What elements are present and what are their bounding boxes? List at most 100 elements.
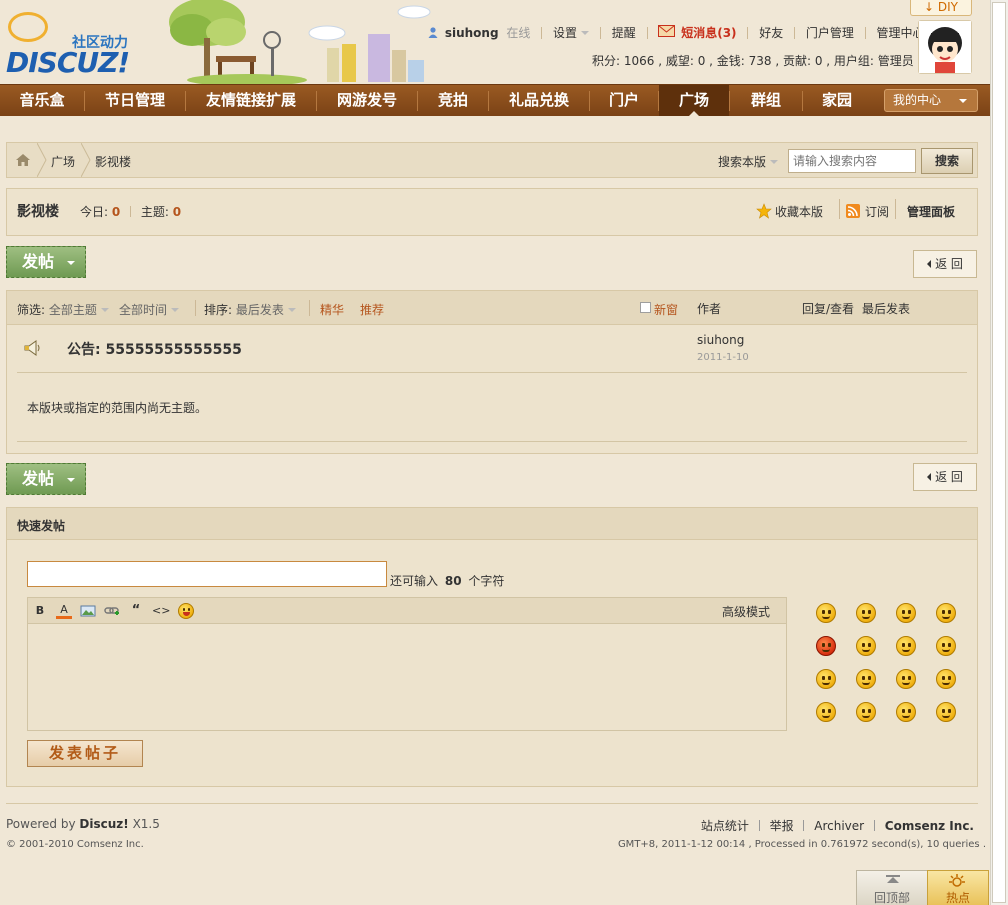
smiley-option-icon[interactable] [936,603,956,623]
subject-input[interactable] [27,561,387,587]
my-center-menu[interactable]: 我的中心 [884,89,978,112]
divider [758,820,760,831]
smiley-option-icon[interactable] [816,636,836,656]
nav-item-home[interactable]: 家园 [803,85,871,116]
divider [864,26,866,39]
settings-menu[interactable]: 设置 [553,24,589,41]
divider [839,199,840,219]
logo-text: DISCUZ! [6,46,130,79]
hot-topics-button[interactable]: 热点 [927,870,989,905]
scrollbar-thumb[interactable] [992,2,1006,903]
link-icon[interactable] [104,603,120,619]
footer-link-stats[interactable]: 站点统计 [701,819,749,833]
editor-toolbar: B A “ <> 高级模式 [28,598,786,624]
sort-select[interactable]: 排序: 最后发表 [204,301,296,318]
nav-item-festival[interactable]: 节日管理 [85,85,185,116]
back-label: 返 回 [935,470,963,484]
nav-item-plaza[interactable]: 广场 [659,85,729,116]
powered-brand-link[interactable]: Discuz! [79,817,128,831]
smiley-option-icon[interactable] [856,636,876,656]
nav-item-groups[interactable]: 群组 [730,85,802,116]
breadcrumb-plaza[interactable]: 广场 [51,153,75,170]
smiley-option-icon[interactable] [936,636,956,656]
back-button[interactable]: 返 回 [913,250,977,278]
footer-link-comsenz[interactable]: Comsenz Inc. [885,819,974,833]
quote-icon[interactable]: “ [128,603,144,619]
smiley-option-icon[interactable] [896,702,916,722]
diy-button[interactable]: ↓ DIY [910,0,972,16]
smiley-face-part [822,709,825,713]
site-header: 社区动力 DISCUZ! ↓ DIY siuhong 在线 设置 提醒 短消息(… [0,0,990,84]
submit-post-button[interactable]: 发表帖子 [27,740,143,767]
announcement-title[interactable]: 公告: 55555555555555 [67,339,242,359]
nav-item-friend-links[interactable]: 友情链接扩展 [186,85,316,116]
back-to-top-button[interactable]: 回顶部 [856,870,928,905]
nav-item-gift-exchange[interactable]: 礼品兑换 [489,85,589,116]
home-icon[interactable] [15,153,31,167]
threads-label: 主题: [140,205,169,219]
bold-icon[interactable]: B [32,603,48,619]
smiley-option-icon[interactable] [896,636,916,656]
back-label: 返 回 [935,257,963,271]
advanced-mode-link[interactable]: 高级模式 [722,603,770,620]
remind-link[interactable]: 提醒 [612,24,636,41]
smiley-face-part [908,610,911,614]
nav-item-portal[interactable]: 门户 [590,85,658,116]
new-window-label[interactable]: 新窗 [654,301,678,318]
font-color-icon[interactable]: A [56,603,72,619]
nav-item-game-codes[interactable]: 网游发号 [317,85,417,116]
smiley-option-icon[interactable] [896,669,916,689]
footer-link-archiver[interactable]: Archiver [814,819,864,833]
search-input[interactable] [788,149,916,173]
filter-time-select[interactable]: 全部时间 [119,301,179,318]
smiley-face-part [828,643,831,647]
smiley-face-part [822,676,825,680]
nav-item-auction[interactable]: 竞拍 [418,85,488,116]
smiley-option-icon[interactable] [816,702,836,722]
smiley-option-icon[interactable] [856,603,876,623]
filter-label: 筛选: [17,303,46,317]
avatar[interactable] [918,20,972,74]
divider [794,26,796,39]
rss-icon [846,204,860,218]
smiley-face-part [948,610,951,614]
favorite-forum-link[interactable]: 收藏本版 [775,203,823,220]
smiley-face-part [822,616,830,619]
search-scope-select[interactable]: 搜索本版 [718,153,778,170]
footer-link-report[interactable]: 举报 [770,819,794,833]
subscribe-link[interactable]: 订阅 [865,203,889,220]
smiley-icon[interactable] [178,603,194,619]
manage-panel-link[interactable]: 管理面板 [907,203,955,220]
code-icon[interactable]: <> [152,603,170,619]
nav-item-music-box[interactable]: 音乐盒 [0,85,84,116]
recommend-filter-link[interactable]: 推荐 [360,301,384,318]
pm-link[interactable]: 短消息(3) [681,24,736,41]
new-post-button[interactable]: 发帖 [6,246,86,278]
portal-manage-link[interactable]: 门户管理 [806,24,854,41]
smiley-option-icon[interactable] [936,702,956,722]
image-icon[interactable] [80,603,96,619]
forum-title: 影视楼 [17,204,59,220]
new-window-checkbox[interactable] [640,302,651,313]
search-button[interactable]: 搜索 [921,148,973,174]
smiley-option-icon[interactable] [816,669,836,689]
new-post-button-bottom[interactable]: 发帖 [6,463,86,495]
smiley-face-part [902,649,910,652]
chevron-down-icon [959,99,967,107]
announcement-author[interactable]: siuhong [697,333,744,347]
site-logo[interactable]: 社区动力 DISCUZ! [6,10,136,79]
smiley-option-icon[interactable] [856,669,876,689]
username-link[interactable]: siuhong [445,26,499,40]
back-button-bottom[interactable]: 返 回 [913,463,977,491]
filter-topic-select[interactable]: 筛选: 全部主题 [17,301,109,318]
smiley-face-part [868,643,871,647]
avatar-image [919,21,971,73]
smiley-option-icon[interactable] [936,669,956,689]
digest-filter-link[interactable]: 精华 [320,301,344,318]
smiley-option-icon[interactable] [896,603,916,623]
smiley-face-part [902,610,905,614]
friends-link[interactable]: 好友 [759,24,783,41]
smiley-option-icon[interactable] [816,603,836,623]
smiley-face-part [862,610,865,614]
smiley-option-icon[interactable] [856,702,876,722]
